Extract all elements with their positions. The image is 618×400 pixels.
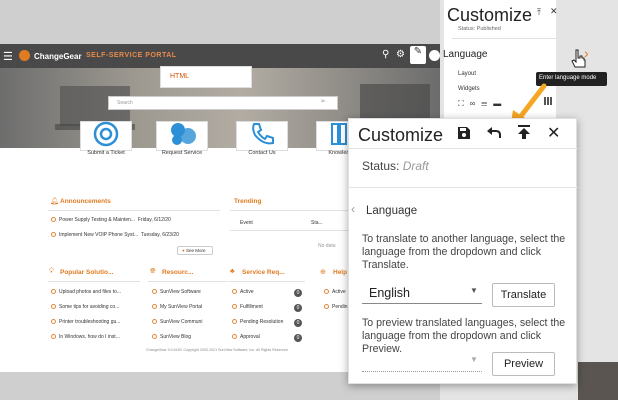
- portal-brand-sub: SELF-SERVICE PORTAL: [86, 52, 177, 59]
- tile-submit-ticket[interactable]: [80, 121, 132, 151]
- lightbulb-icon: 💡︎: [49, 268, 54, 275]
- translate-instructions: To translate to another language, select…: [362, 233, 566, 271]
- preview-instructions: To preview translated languages, select …: [362, 317, 566, 355]
- tile-contact-us[interactable]: [236, 121, 288, 151]
- resource-item[interactable]: SunView Blog: [152, 334, 191, 340]
- bell-icon: 🔔︎: [50, 198, 59, 205]
- changegear-logo-icon: [19, 50, 30, 61]
- search-icon[interactable]: ⚲: [382, 49, 389, 60]
- sidebar-widgets-label: Widgets: [458, 86, 480, 92]
- tile-request-service[interactable]: [156, 121, 208, 151]
- divider: [48, 210, 220, 211]
- announcements-title: Announcements: [60, 198, 111, 205]
- user-avatar-icon[interactable]: [429, 50, 440, 61]
- back-chevron-icon[interactable]: ‹: [351, 202, 355, 216]
- trending-title: Trending: [234, 198, 262, 205]
- divider: [349, 148, 578, 149]
- resource-item[interactable]: SunView Software: [152, 289, 201, 295]
- tile-label: Request Service: [161, 150, 203, 156]
- panel-status: Status: Draft: [362, 159, 429, 173]
- count-badge: 0: [294, 289, 302, 297]
- announcement-item[interactable]: Implement New VOIP Phone Syst... Tuesday…: [51, 232, 179, 238]
- divider: [230, 210, 348, 211]
- html-widget[interactable]: HTML: [160, 66, 252, 88]
- service-request-item[interactable]: Fulfillment: [232, 304, 263, 310]
- trending-col-status: Sta...: [311, 220, 323, 226]
- widget-icons-row[interactable]: ⛶∞☰▬: [458, 99, 507, 109]
- resources-title: Resourc...: [162, 269, 194, 276]
- divider: [48, 281, 140, 282]
- translate-button[interactable]: Translate: [492, 283, 555, 307]
- count-badge: 0: [294, 304, 302, 312]
- cursor-hand-icon: [571, 49, 586, 68]
- help-item[interactable]: Pendin: [324, 304, 348, 310]
- help-item[interactable]: Active: [324, 289, 346, 295]
- service-request-item[interactable]: Active: [232, 289, 254, 295]
- dropdown-arrow-icon[interactable]: ▼: [470, 355, 478, 364]
- resource-item[interactable]: My SunView Portal: [152, 304, 202, 310]
- divider: [229, 281, 305, 282]
- tools-icon[interactable]: ⚙: [396, 49, 405, 60]
- portal-search-input[interactable]: Search: [108, 96, 338, 110]
- count-badge: 0: [294, 319, 302, 327]
- popular-item[interactable]: Printer troubleshooting gu...: [51, 319, 120, 325]
- panel-title: Customize: [358, 125, 444, 145]
- language-header: Language: [366, 205, 418, 217]
- language-select[interactable]: [362, 303, 482, 304]
- service-circles-icon: [171, 123, 196, 145]
- trending-no-data: No data: [318, 243, 336, 249]
- save-icon[interactable]: [457, 126, 471, 140]
- send-icon[interactable]: ➢: [320, 97, 326, 105]
- preview-button[interactable]: Preview: [492, 352, 555, 376]
- hamburger-icon[interactable]: ☰: [3, 50, 13, 63]
- language-select-value[interactable]: English: [369, 286, 410, 300]
- portal-brand: ChangeGear: [34, 52, 82, 61]
- help-title: Help: [333, 269, 348, 276]
- sidebar-layout-label: Layout: [458, 71, 477, 77]
- popular-title: Popular Solutio...: [60, 269, 114, 276]
- portal-footer: ChangeGear 9.0.6150. Copyright 2003-2021…: [146, 348, 289, 352]
- edit-pencil-icon[interactable]: ✎: [410, 46, 426, 64]
- sidebar-status: Status: Published: [458, 26, 501, 32]
- resource-item[interactable]: SunView Communi: [152, 319, 202, 325]
- publish-icon[interactable]: ⤒: [537, 7, 541, 18]
- divider: [230, 230, 348, 231]
- sidebar-title: Customize: [447, 5, 533, 25]
- divider: [349, 187, 578, 188]
- lifebuoy-icon: [93, 121, 119, 147]
- divider: [452, 38, 556, 39]
- popular-item[interactable]: Upload photos and files to...: [51, 289, 121, 295]
- trending-col-event: Event: [240, 220, 253, 226]
- thumbnail-image: [578, 362, 618, 400]
- service-request-icon: ♣: [230, 268, 235, 275]
- service-request-item[interactable]: Approval: [232, 334, 260, 340]
- phone-icon: [252, 123, 274, 145]
- divider: [148, 281, 228, 282]
- help-icon: ⊕: [320, 269, 326, 276]
- see-more-button[interactable]: ● See More: [177, 246, 213, 255]
- service-request-item[interactable]: Pending Resolution: [232, 319, 283, 325]
- popular-item[interactable]: In Windows, how do I inst...: [51, 334, 120, 340]
- popular-item[interactable]: Some tips for avoiding co...: [51, 304, 119, 310]
- dropdown-arrow-icon[interactable]: ▼: [470, 286, 478, 295]
- gray-backdrop: [0, 0, 440, 44]
- count-badge: 0: [294, 334, 302, 342]
- close-icon[interactable]: ✕: [550, 6, 558, 17]
- preview-language-select[interactable]: [362, 371, 482, 372]
- customize-panel: Customize ✕ Status: Draft ‹ Language To …: [348, 118, 578, 384]
- announcement-item[interactable]: Power Supply Testing & Mainten... Friday…: [51, 217, 171, 223]
- tile-label: Contact Us: [248, 150, 276, 156]
- publish-icon[interactable]: [517, 125, 531, 140]
- undo-icon[interactable]: [487, 127, 501, 139]
- close-icon[interactable]: ✕: [547, 123, 560, 143]
- service-requests-title: Service Req...: [242, 269, 285, 276]
- globe-icon: 🌐︎: [150, 268, 156, 275]
- sidebar-language-item[interactable]: Language: [443, 49, 488, 60]
